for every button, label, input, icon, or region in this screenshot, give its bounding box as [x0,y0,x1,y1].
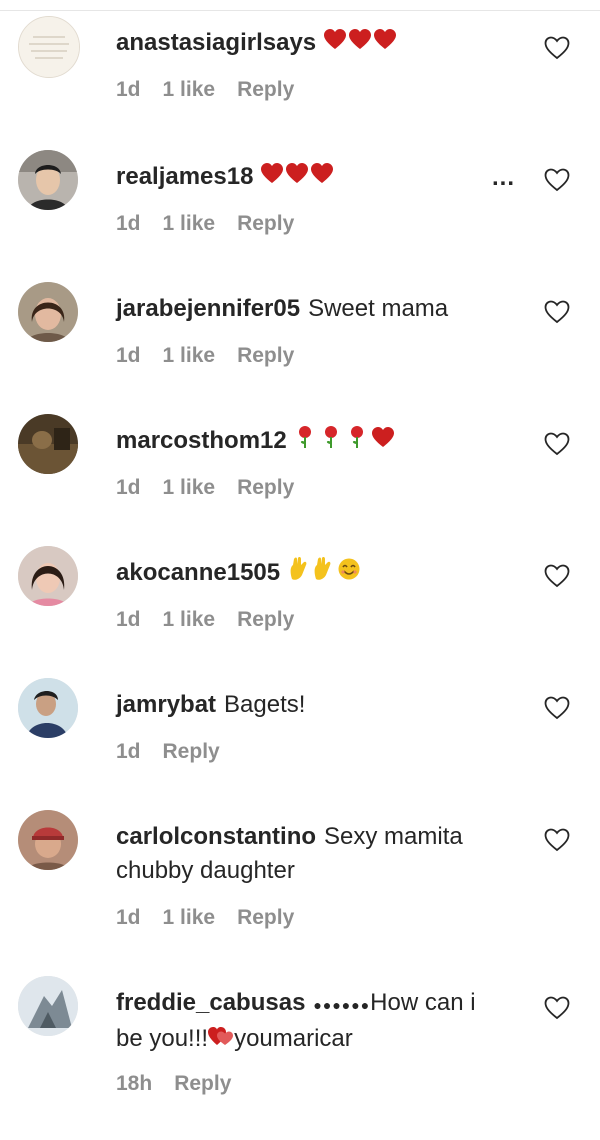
heart-emoji-icon [208,1023,234,1057]
avatar[interactable] [18,546,78,606]
comment-likes[interactable]: 1 like [163,906,216,929]
comment-body-line2b: youmaricar [234,1025,353,1052]
reply-button[interactable]: Reply [237,344,294,367]
heart-outline-icon[interactable] [544,36,570,60]
heart-outline-icon[interactable] [544,828,570,852]
comment-time: 1d [116,906,141,929]
top-divider [0,0,600,11]
comment-username[interactable]: anastasiagirlsays [116,29,316,56]
heart-outline-icon[interactable] [544,432,570,456]
reply-button[interactable]: Reply [237,608,294,631]
avatar[interactable] [18,976,78,1036]
comment-likes[interactable]: 1 like [163,212,216,235]
comment-text: realjames18 [116,160,516,195]
comment-text: anastasiagirlsays [116,26,516,61]
comment-likes[interactable]: 1 like [163,78,216,101]
comment-meta: 1d 1 like Reply [116,906,294,930]
comment-meta: 1d Reply [116,740,220,764]
heart-emoji-icon [261,161,335,195]
comment-username[interactable]: carlolconstantino [116,823,316,850]
comment-text: jamrybat Bagets! [116,688,516,722]
reply-button[interactable]: Reply [174,1072,231,1095]
comment-meta: 1d 1 like Reply [116,212,294,236]
heart-outline-icon[interactable] [544,300,570,324]
comment-time: 18h [116,1072,153,1095]
comment-likes[interactable]: 1 like [163,344,216,367]
comment-text: jarabejennifer05 Sweet mama [116,292,516,326]
comment-body-line1: Sexy mamita [324,823,463,850]
comment-meta: 18h Reply [116,1072,231,1096]
comment-text: carlolconstantino Sexy mamita chubby daugh… [116,820,516,888]
avatar[interactable] [18,414,78,474]
comment-meta: 1d 1 like Reply [116,476,294,500]
comment-time: 1d [116,212,141,235]
comment-time: 1d [116,608,141,631]
avatar[interactable] [18,810,78,870]
reply-button[interactable]: Reply [237,476,294,499]
comment-body-line1: How can i [370,989,476,1016]
raised-hand-emoji-icon [288,556,364,591]
comment-meta: 1d 1 like Reply [116,344,294,368]
reply-button[interactable]: Reply [163,740,220,763]
avatar[interactable] [18,16,80,78]
heart-outline-icon[interactable] [544,996,570,1020]
comment-meta: 1d 1 like Reply [116,78,294,102]
avatar[interactable] [18,150,78,210]
comment-body: Sweet mama [308,295,449,322]
comment-body-line2a: be you!!! [116,1025,209,1052]
comment-meta: 1d 1 like Reply [116,608,294,632]
comment-text: freddie_cabusas ●●●●●●How can i be you!!! y… [116,986,516,1057]
reply-button[interactable]: Reply [237,212,294,235]
comment-username[interactable]: jarabejennifer05 [116,295,300,322]
comment-time: 1d [116,476,141,499]
comment-username[interactable]: jamrybat [116,691,216,718]
avatar[interactable] [18,282,78,342]
comment-username[interactable]: akocanne1505 [116,559,280,586]
reply-button[interactable]: Reply [237,906,294,929]
heart-outline-icon[interactable] [544,696,570,720]
comment-body-line2: chubby daughter [116,857,295,884]
comment-body: Bagets! [224,691,306,718]
avatar[interactable] [18,678,78,738]
reply-button[interactable]: Reply [237,78,294,101]
comment-time: 1d [116,740,141,763]
more-options-icon[interactable]: ... [492,164,515,192]
comment-username[interactable]: realjames18 [116,163,253,190]
comment-likes[interactable]: 1 like [163,608,216,631]
comment-time: 1d [116,78,141,101]
heart-outline-icon[interactable] [544,168,570,192]
comment-text: marcosthom12 [116,424,516,459]
comment-text: akocanne1505 [116,556,516,591]
heart-emoji-icon [324,27,398,61]
comment-time: 1d [116,344,141,367]
heart-outline-icon[interactable] [544,564,570,588]
comment-username[interactable]: marcosthom12 [116,427,287,454]
comment-username[interactable]: freddie_cabusas [116,989,305,1016]
comment-likes[interactable]: 1 like [163,476,216,499]
rose-emoji-icon [295,425,395,459]
comment-emoji-prefix: ●●●●●● [313,997,371,1013]
